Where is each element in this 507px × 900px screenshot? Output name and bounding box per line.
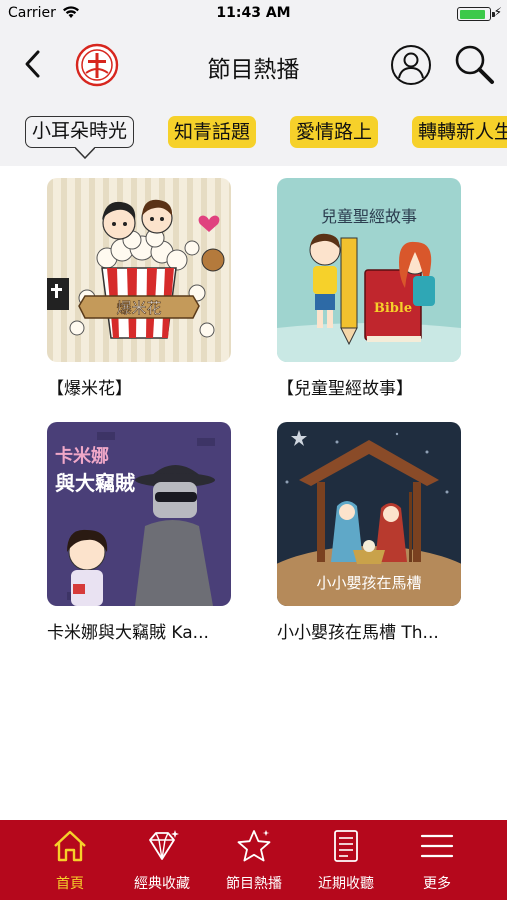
document-icon bbox=[334, 830, 358, 862]
camina-thief-artwork: 卡米娜 與大竊賊 bbox=[47, 422, 231, 606]
bottom-tab-bar: 首頁 經典收藏 節目熱播 近期收聽 更多 bbox=[0, 820, 507, 900]
program-title: 【兒童聖經故事】 bbox=[277, 379, 413, 399]
search-icon[interactable] bbox=[452, 42, 496, 86]
tab-home[interactable]: 首頁 bbox=[25, 820, 115, 900]
camina-art-text-2: 與大竊賊 bbox=[55, 471, 135, 495]
tab-hot-programs-label: 節目熱播 bbox=[226, 876, 282, 892]
tab-hot-programs[interactable]: 節目熱播 bbox=[209, 820, 299, 900]
star-icon bbox=[237, 830, 271, 862]
back-icon[interactable] bbox=[18, 46, 48, 82]
manger-artwork: 小小嬰孩在馬槽 bbox=[277, 422, 461, 606]
manger-art-text: 小小嬰孩在馬槽 bbox=[316, 574, 421, 592]
tab-love-road[interactable]: 愛情路上 bbox=[290, 116, 379, 148]
category-tabs: 小耳朵時光 知青話題 愛情路上 轉轉新人生 bbox=[0, 104, 507, 166]
program-title: 小小嬰孩在馬槽 Th... bbox=[277, 623, 439, 643]
nav-bar: 節目熱播 bbox=[0, 28, 507, 104]
home-icon bbox=[54, 830, 86, 862]
bible-stories-artwork: 兒童聖經故事 Bible bbox=[277, 178, 461, 362]
tab-youth-topics[interactable]: 知青話題 bbox=[168, 116, 257, 148]
diamond-icon bbox=[149, 830, 179, 860]
program-thumbnail: 卡米娜 與大竊賊 bbox=[47, 422, 231, 606]
popcorn-artwork: 爆米花 bbox=[47, 178, 231, 362]
charging-icon: ⚡ bbox=[493, 5, 502, 19]
tab-classics-label: 經典收藏 bbox=[134, 876, 190, 892]
bible-stories-art-text: 兒童聖經故事 bbox=[321, 207, 417, 226]
popcorn-art-text: 爆米花 bbox=[116, 299, 161, 317]
tab-recent-label: 近期收聽 bbox=[318, 876, 374, 892]
battery-icon bbox=[457, 7, 495, 21]
program-grid: 爆米花 【爆米花】 兒童聖經故事 Bible 【兒童聖經故事】 卡米娜 與大竊賊… bbox=[0, 166, 507, 820]
program-thumbnail: 兒童聖經故事 Bible bbox=[277, 178, 461, 362]
camina-art-text-1: 卡米娜 bbox=[55, 445, 109, 467]
status-bar: Carrier 11:43 AM ⚡ bbox=[0, 0, 507, 28]
battery-level bbox=[459, 9, 486, 19]
clock: 11:43 AM bbox=[216, 5, 291, 21]
cross-logo-icon[interactable] bbox=[75, 43, 119, 87]
tab-little-ears-time[interactable]: 小耳朵時光 bbox=[25, 116, 135, 148]
tab-new-life[interactable]: 轉轉新人生 bbox=[412, 116, 507, 148]
tab-classics[interactable]: 經典收藏 bbox=[117, 820, 207, 900]
user-icon[interactable] bbox=[389, 43, 433, 87]
program-thumbnail: 小小嬰孩在馬槽 bbox=[277, 422, 461, 606]
program-title: 卡米娜與大竊賊 Ka... bbox=[47, 623, 209, 643]
tab-recent[interactable]: 近期收聽 bbox=[301, 820, 391, 900]
menu-icon bbox=[420, 834, 454, 858]
tab-more-label: 更多 bbox=[423, 876, 451, 892]
active-tab-pointer bbox=[75, 147, 95, 159]
tab-more[interactable]: 更多 bbox=[392, 820, 482, 900]
tab-home-label: 首頁 bbox=[56, 876, 84, 892]
program-thumbnail: 爆米花 bbox=[47, 178, 231, 362]
program-title: 【爆米花】 bbox=[47, 379, 132, 399]
bible-book-text: Bible bbox=[374, 301, 412, 316]
